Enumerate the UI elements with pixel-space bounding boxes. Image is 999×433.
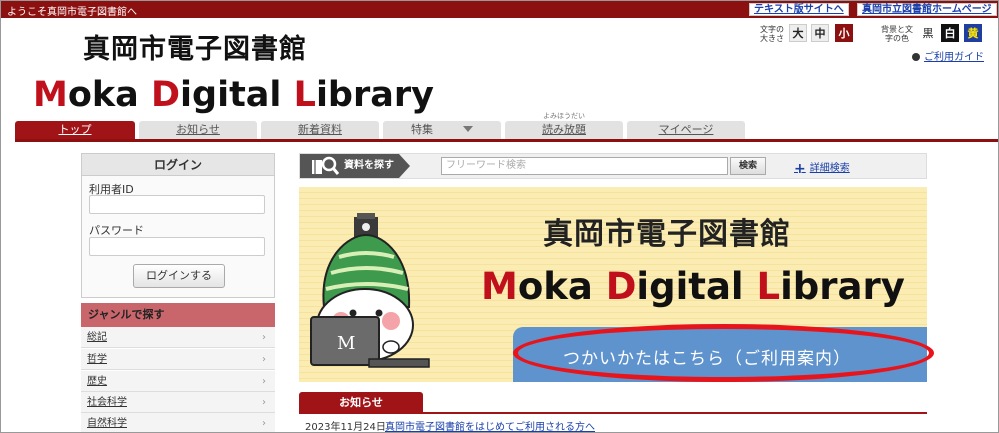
- user-guide-link[interactable]: ご利用ガイド: [912, 48, 984, 63]
- login-title: ログイン: [82, 154, 274, 176]
- news-item-link[interactable]: 真岡市電子図書館をはじめてご利用される方へ: [385, 418, 595, 432]
- plus-icon: +: [794, 161, 806, 177]
- user-id-input[interactable]: [89, 195, 265, 214]
- genre-item[interactable]: 社会科学 ›: [81, 392, 275, 413]
- login-panel: ログイン 利用者ID パスワード ログインする: [81, 153, 275, 298]
- highlight-ellipse: [513, 324, 934, 382]
- news-underline: [299, 412, 927, 414]
- chevron-right-icon: ›: [262, 354, 266, 365]
- text-site-link[interactable]: テキスト版サイトへ: [749, 3, 849, 16]
- genre-item[interactable]: 哲学 ›: [81, 349, 275, 370]
- genre-item[interactable]: 総記 ›: [81, 327, 275, 348]
- font-size-label: 文字の大きさ: [760, 25, 784, 43]
- tab-my-page[interactable]: マイページ: [627, 121, 745, 139]
- advanced-search-link[interactable]: + 詳細検索: [794, 159, 850, 177]
- search-button[interactable]: 検索: [730, 157, 766, 175]
- svg-text:M: M: [337, 333, 355, 354]
- welcome-text: ようこそ真岡市電子図書館へ: [7, 7, 137, 18]
- tab-news[interactable]: お知らせ: [139, 121, 257, 139]
- news-date: 2023年11月24日: [305, 422, 386, 433]
- chevron-right-icon: ›: [262, 418, 266, 429]
- font-size-large-button[interactable]: 大: [789, 24, 807, 42]
- login-button[interactable]: ログインする: [133, 264, 225, 288]
- logo-japanese[interactable]: 真岡市電子図書館: [83, 27, 307, 66]
- nav-underline: [15, 139, 998, 142]
- search-bar: 資料を探す フリーワード検索 検索 + 詳細検索: [299, 153, 927, 179]
- color-white-button[interactable]: 白: [941, 24, 959, 42]
- book-search-icon: [312, 156, 340, 175]
- bullet-icon: [912, 53, 920, 61]
- banner-title-japanese: 真岡市電子図書館: [543, 217, 791, 252]
- chevron-right-icon: ›: [262, 397, 266, 408]
- search-section-label: 資料を探す: [300, 154, 410, 178]
- font-size-medium-button[interactable]: 中: [811, 24, 829, 42]
- color-black-button[interactable]: 黒: [919, 24, 937, 42]
- genre-item[interactable]: 自然科学 ›: [81, 413, 275, 432]
- font-size-small-button[interactable]: 小: [835, 24, 853, 42]
- color-yellow-button[interactable]: 黄: [964, 24, 982, 42]
- genre-title: ジャンルで探す: [81, 303, 275, 327]
- password-label: パスワード: [89, 224, 144, 237]
- dropdown-arrow-icon: [463, 126, 473, 132]
- chevron-right-icon: ›: [262, 376, 266, 387]
- library-home-link[interactable]: 真岡市立図書館ホームページ: [857, 3, 997, 16]
- genre-item[interactable]: 歴史 ›: [81, 371, 275, 392]
- logo-english[interactable]: Moka Digital Library: [33, 75, 434, 115]
- chevron-right-icon: ›: [262, 332, 266, 343]
- tab-new-arrivals[interactable]: 新着資料: [261, 121, 379, 139]
- tab-features[interactable]: 特集: [383, 121, 501, 139]
- page: ようこそ真岡市電子図書館へ テキスト版サイトへ 真岡市立図書館ホームページ 真岡…: [0, 0, 999, 433]
- top-bar: ようこそ真岡市電子図書館へ: [1, 1, 998, 18]
- news-section-tab: お知らせ: [299, 392, 423, 413]
- color-scheme-label: 背景と文字の色: [881, 25, 913, 43]
- tab-unlimited-reading[interactable]: よみほうだい 読み放題: [505, 112, 623, 139]
- mascot-illustration: M: [310, 213, 430, 368]
- tab-top[interactable]: トップ: [15, 121, 135, 139]
- banner-title-english: Moka Digital Library: [481, 265, 905, 308]
- password-input[interactable]: [89, 237, 265, 256]
- search-input[interactable]: フリーワード検索: [441, 157, 728, 175]
